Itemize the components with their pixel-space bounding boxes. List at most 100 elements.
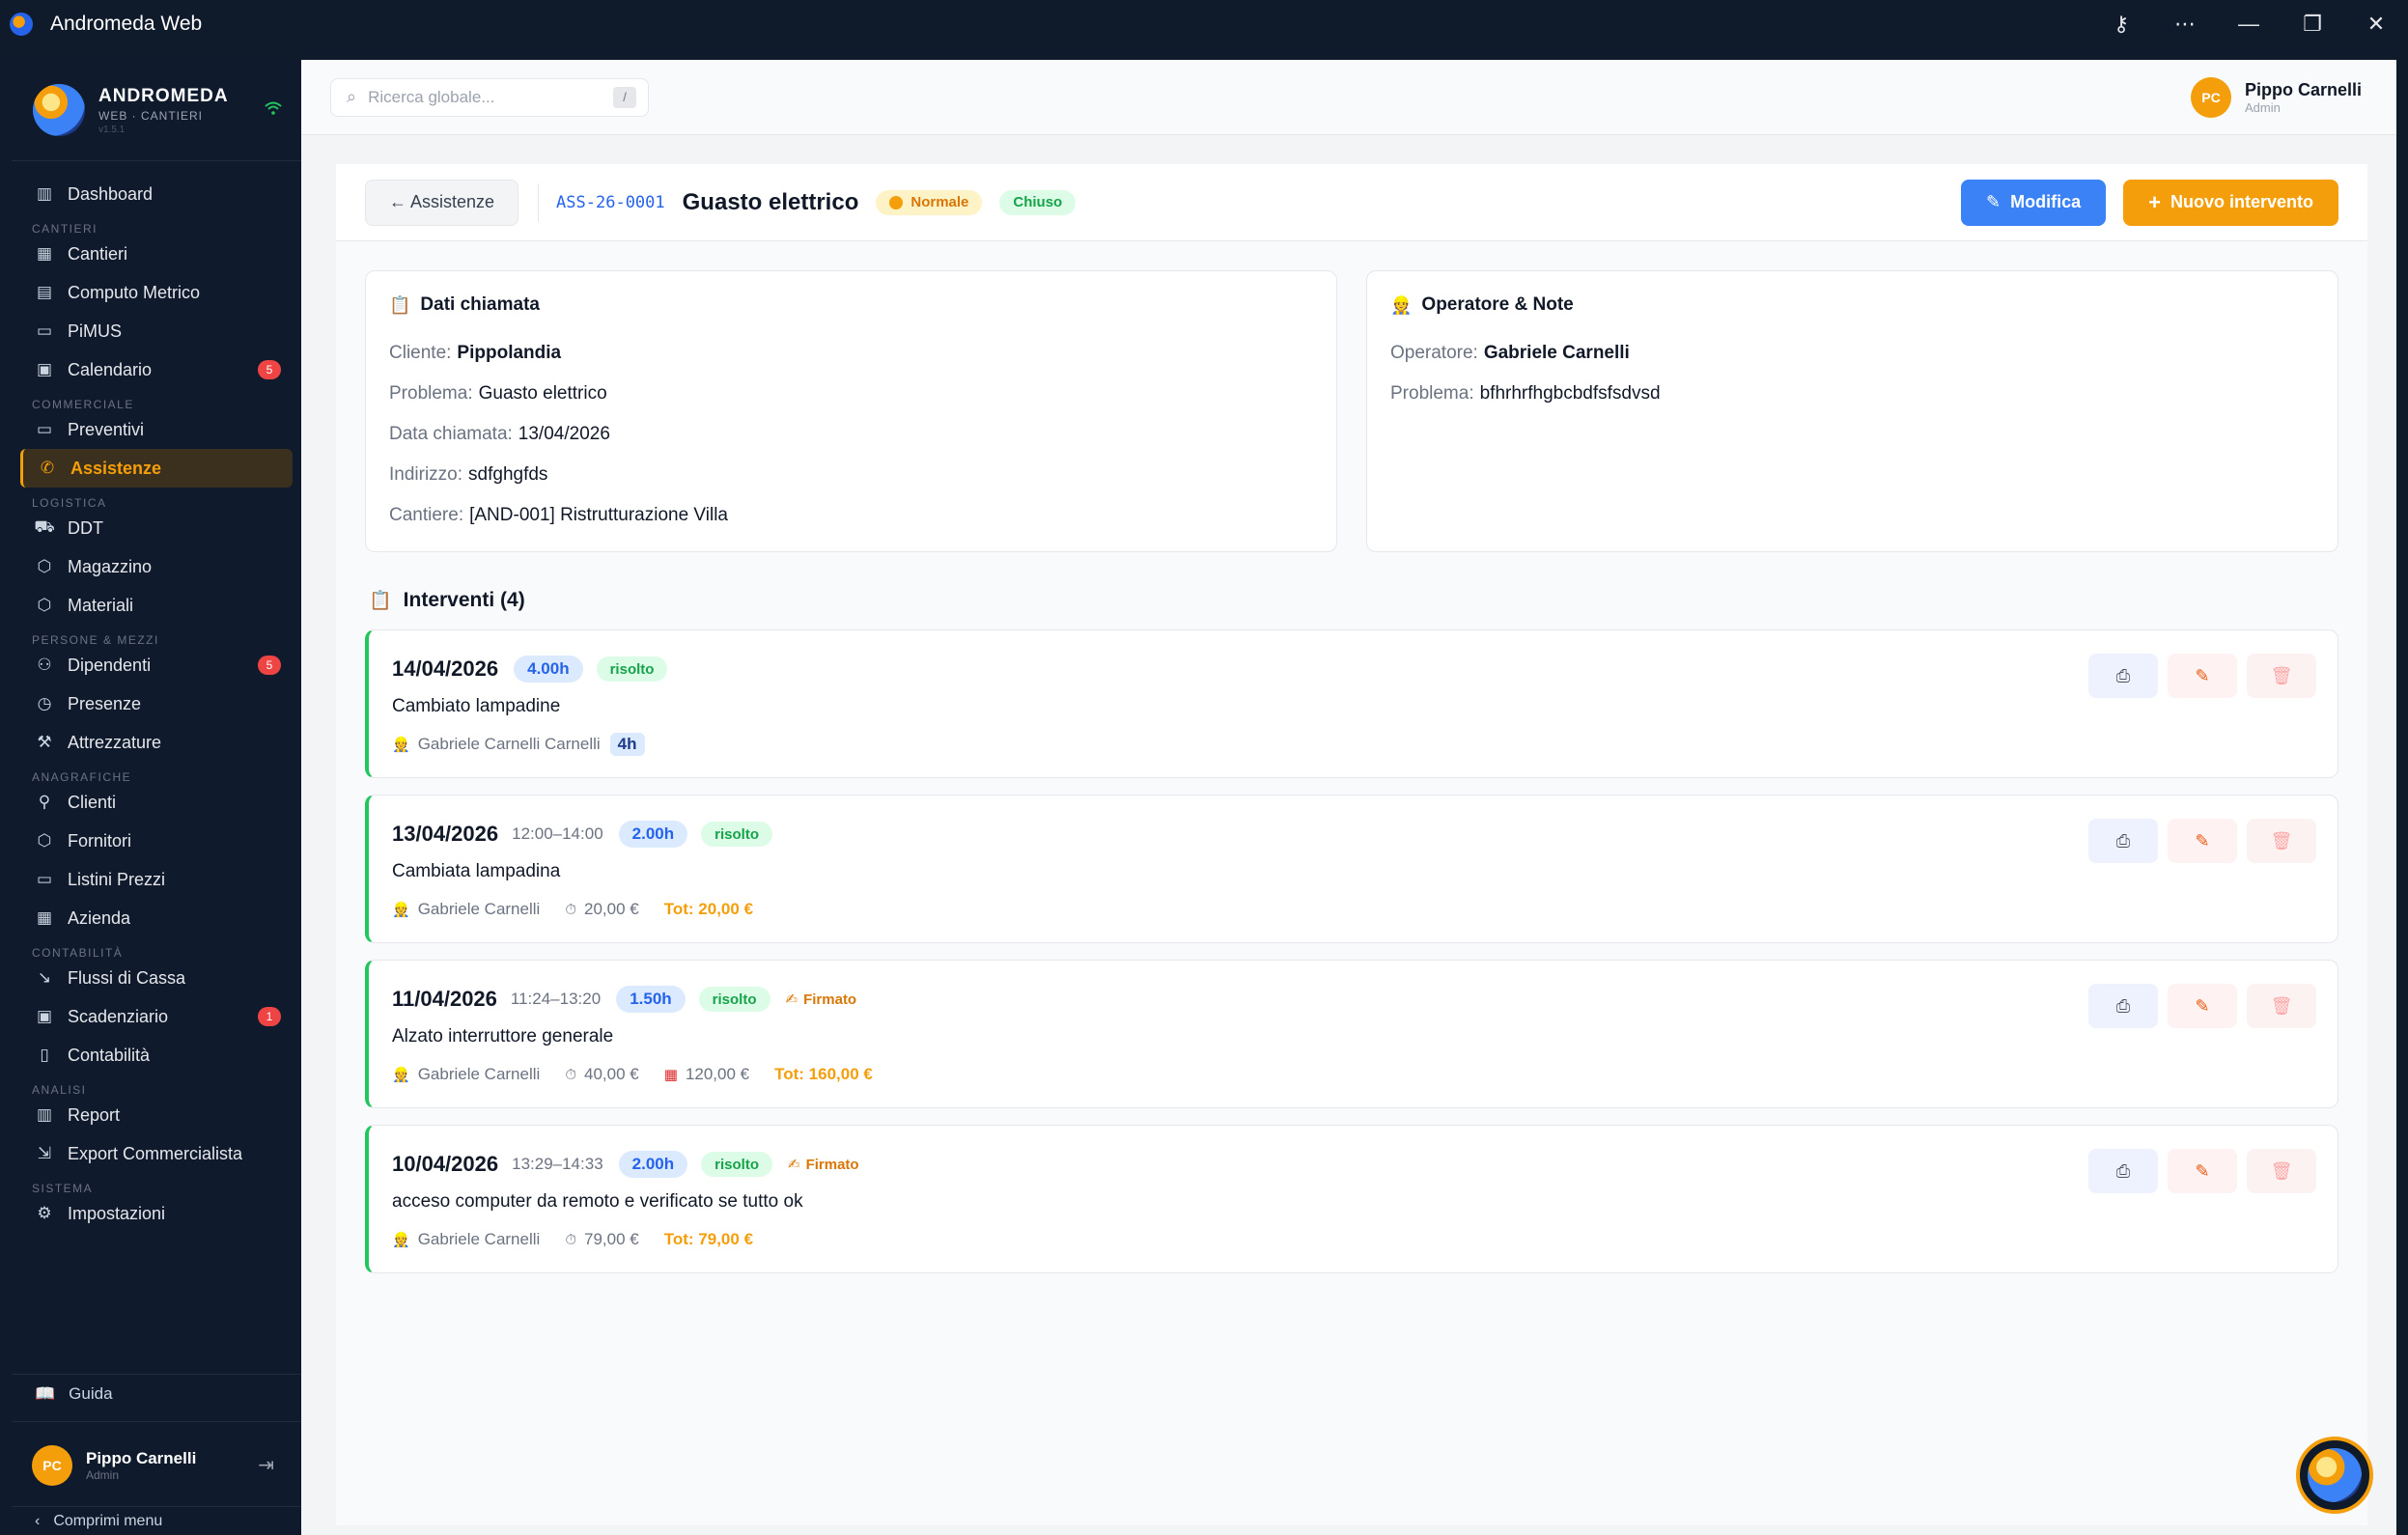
truck-icon: ⛟	[34, 517, 55, 536]
collapse-menu-label: Comprimi menu	[53, 1512, 163, 1529]
sidebar-nav: ▥ Dashboard CANTIERI ▦ Cantieri ▤ Computo Metr…	[12, 161, 301, 1233]
status-badge: risolto	[596, 656, 668, 682]
signed-label: Firmato	[803, 991, 857, 1008]
avatar: PC	[32, 1444, 72, 1486]
guide-link[interactable]: 📖 Guida	[12, 1374, 301, 1412]
main: ⌕ Ricerca globale... / PC Pippo Carnelli…	[301, 60, 2396, 1535]
sidebar-item-azienda[interactable]: ▦ Azienda	[20, 899, 293, 937]
sidebar-item-label: Computo Metrico	[68, 282, 201, 302]
intervention-details: 👷 Gabriele Carnelli ⏱ 40,00 € ▦ 120,00 € Tot: …	[392, 1061, 2314, 1088]
logout-icon[interactable]: ⇥	[258, 1453, 274, 1477]
sidebar-item-scadenziario[interactable]: ▣ Scadenziario 1	[20, 997, 293, 1036]
signature-icon: ✍	[787, 1157, 800, 1173]
back-button[interactable]: ← Assistenze	[365, 179, 519, 226]
sidebar-item-flussi-di-cassa[interactable]: ↘ Flussi di Cassa	[20, 959, 293, 997]
call-data-field: Data chiamata: 13/04/2026	[389, 414, 1313, 455]
gear-icon: ⚙	[37, 1204, 52, 1222]
intervention-time: 13:29–14:33	[512, 1155, 603, 1173]
delete-intervention-button[interactable]: 🗑	[2247, 819, 2316, 863]
print-button[interactable]: ⎙	[2088, 984, 2158, 1028]
sidebar-item-assistenze[interactable]: ✆ Assistenze	[20, 449, 293, 488]
sidebar-item-materiali[interactable]: ⬡ Materiali	[20, 586, 293, 625]
call-data-card: 📋 Dati chiamata Cliente: Pippolandia Probl…	[365, 270, 1337, 552]
export-icon: ⇲	[37, 1144, 52, 1162]
edit-button-label: Modifica	[2010, 192, 2082, 211]
print-button[interactable]: ⎙	[2088, 654, 2158, 698]
sidebar-item-attrezzature[interactable]: ⚒ Attrezzature	[20, 723, 293, 762]
priority-label: Normale	[910, 194, 969, 210]
search-placeholder: Ricerca globale...	[368, 87, 495, 106]
search-shortcut: /	[613, 86, 636, 108]
edit-intervention-button[interactable]: ✎	[2168, 1149, 2237, 1193]
sidebar-item-export-commercialista[interactable]: ⇲ Export Commercialista	[20, 1134, 293, 1173]
sidebar-item-label: Cantieri	[68, 243, 128, 264]
sidebar-item-dashboard[interactable]: ▥ Dashboard	[20, 175, 293, 213]
field-label: Operatore:	[1390, 343, 1478, 363]
assistant-fab-button[interactable]	[2296, 1437, 2373, 1514]
user-icon: ⚲	[38, 793, 51, 811]
sidebar: ANDROMEDA WEB · CANTIERI v1.5.1 ▥ Dashboa…	[12, 60, 301, 1535]
minimize-icon[interactable]: —	[2217, 0, 2281, 48]
printer-icon: ⎙	[2115, 830, 2131, 851]
restore-icon[interactable]: ❐	[2281, 0, 2344, 48]
search-input[interactable]: ⌕ Ricerca globale... /	[330, 77, 649, 117]
collapse-menu-button[interactable]: ‹ Comprimi menu	[12, 1506, 301, 1535]
operator-info: 👷 Gabriele Carnelli	[392, 1230, 540, 1249]
edit-button[interactable]: ✎ Modifica	[1961, 179, 2107, 226]
nav-section-label: CONTABILITÀ	[32, 946, 124, 960]
delete-intervention-button[interactable]: 🗑	[2247, 1149, 2316, 1193]
top-user-menu[interactable]: PC Pippo Carnelli Admin	[2190, 76, 2362, 118]
sidebar-item-label: Azienda	[68, 907, 131, 928]
worker-icon: 👷	[392, 737, 410, 753]
clock-icon: ◷	[37, 694, 52, 712]
sidebar-item-calendario[interactable]: ▣ Calendario 5	[20, 350, 293, 389]
sidebar-item-label: Listini Prezzi	[68, 869, 166, 889]
nav-section-label: CANTIERI	[32, 222, 98, 236]
print-button[interactable]: ⎙	[2088, 1149, 2158, 1193]
close-icon[interactable]: ✕	[2344, 0, 2408, 48]
top-user-name: Pippo Carnelli	[2244, 79, 2362, 99]
sidebar-item-label: PiMUS	[68, 321, 123, 341]
edit-intervention-button[interactable]: ✎	[2168, 984, 2237, 1028]
worker-icon: 👷	[1390, 294, 1413, 315]
status-badge: Chiuso	[999, 189, 1077, 215]
sidebar-item-listini-prezzi[interactable]: ▭ Listini Prezzi	[20, 860, 293, 899]
labor-cost: ⏱ 40,00 €	[565, 1065, 638, 1084]
operator-info: 👷 Gabriele Carnelli Carnelli	[392, 735, 601, 754]
labor-cost-value: 79,00 €	[584, 1230, 639, 1248]
sidebar-item-preventivi[interactable]: ▭ Preventivi	[20, 410, 293, 449]
delete-intervention-button[interactable]: 🗑	[2247, 654, 2316, 698]
nav-section-label: ANAGRAFICHE	[32, 770, 132, 784]
sidebar-item-magazzino[interactable]: ⬡ Magazzino	[20, 547, 293, 586]
sidebar-item-fornitori[interactable]: ⬡ Fornitori	[20, 822, 293, 860]
new-intervention-button[interactable]: + Nuovo intervento	[2123, 179, 2338, 226]
sidebar-item-clienti[interactable]: ⚲ Clienti	[20, 783, 293, 822]
print-button[interactable]: ⎙	[2088, 819, 2158, 863]
sidebar-item-contabilita[interactable]: ▯ Contabilità	[20, 1036, 293, 1074]
sidebar-item-ddt[interactable]: ⛟ DDT	[20, 509, 293, 547]
sidebar-item-cantieri[interactable]: ▦ Cantieri	[20, 235, 293, 273]
worker-icon: 👷	[392, 1232, 410, 1248]
delete-intervention-button[interactable]: 🗑	[2247, 984, 2316, 1028]
sidebar-item-label: Contabilità	[68, 1045, 151, 1065]
edit-intervention-button[interactable]: ✎	[2168, 819, 2237, 863]
field-value: sdfghgfds	[468, 464, 548, 485]
brick-icon: ▦	[663, 1067, 678, 1083]
sidebar-item-label: Impostazioni	[68, 1203, 166, 1223]
sidebar-item-impostazioni[interactable]: ⚙ Impostazioni	[20, 1194, 293, 1233]
more-icon[interactable]: ⋯	[2153, 0, 2217, 48]
edit-intervention-button[interactable]: ✎	[2168, 654, 2237, 698]
sidebar-item-dipendenti[interactable]: ⚇ Dipendenti 5	[20, 646, 293, 684]
sidebar-item-pimus[interactable]: ▭ PiMUS	[20, 312, 293, 350]
box-icon: ⬡	[37, 557, 52, 575]
sidebar-item-computo-metrico[interactable]: ▤ Computo Metrico	[20, 273, 293, 312]
pencil-icon: ✎	[1986, 192, 2002, 211]
document-icon: ▭	[36, 420, 53, 438]
total-cost: Tot: 79,00 €	[663, 1230, 754, 1248]
sidebar-item-presenze[interactable]: ◷ Presenze	[20, 684, 293, 723]
sidebar-item-report[interactable]: ▥ Report	[20, 1096, 293, 1134]
clipboard-icon: 📋	[369, 591, 392, 611]
field-value: 13/04/2026	[518, 424, 610, 444]
chart-icon: ▥	[36, 184, 53, 203]
key-icon[interactable]: ⚷	[2089, 0, 2153, 48]
